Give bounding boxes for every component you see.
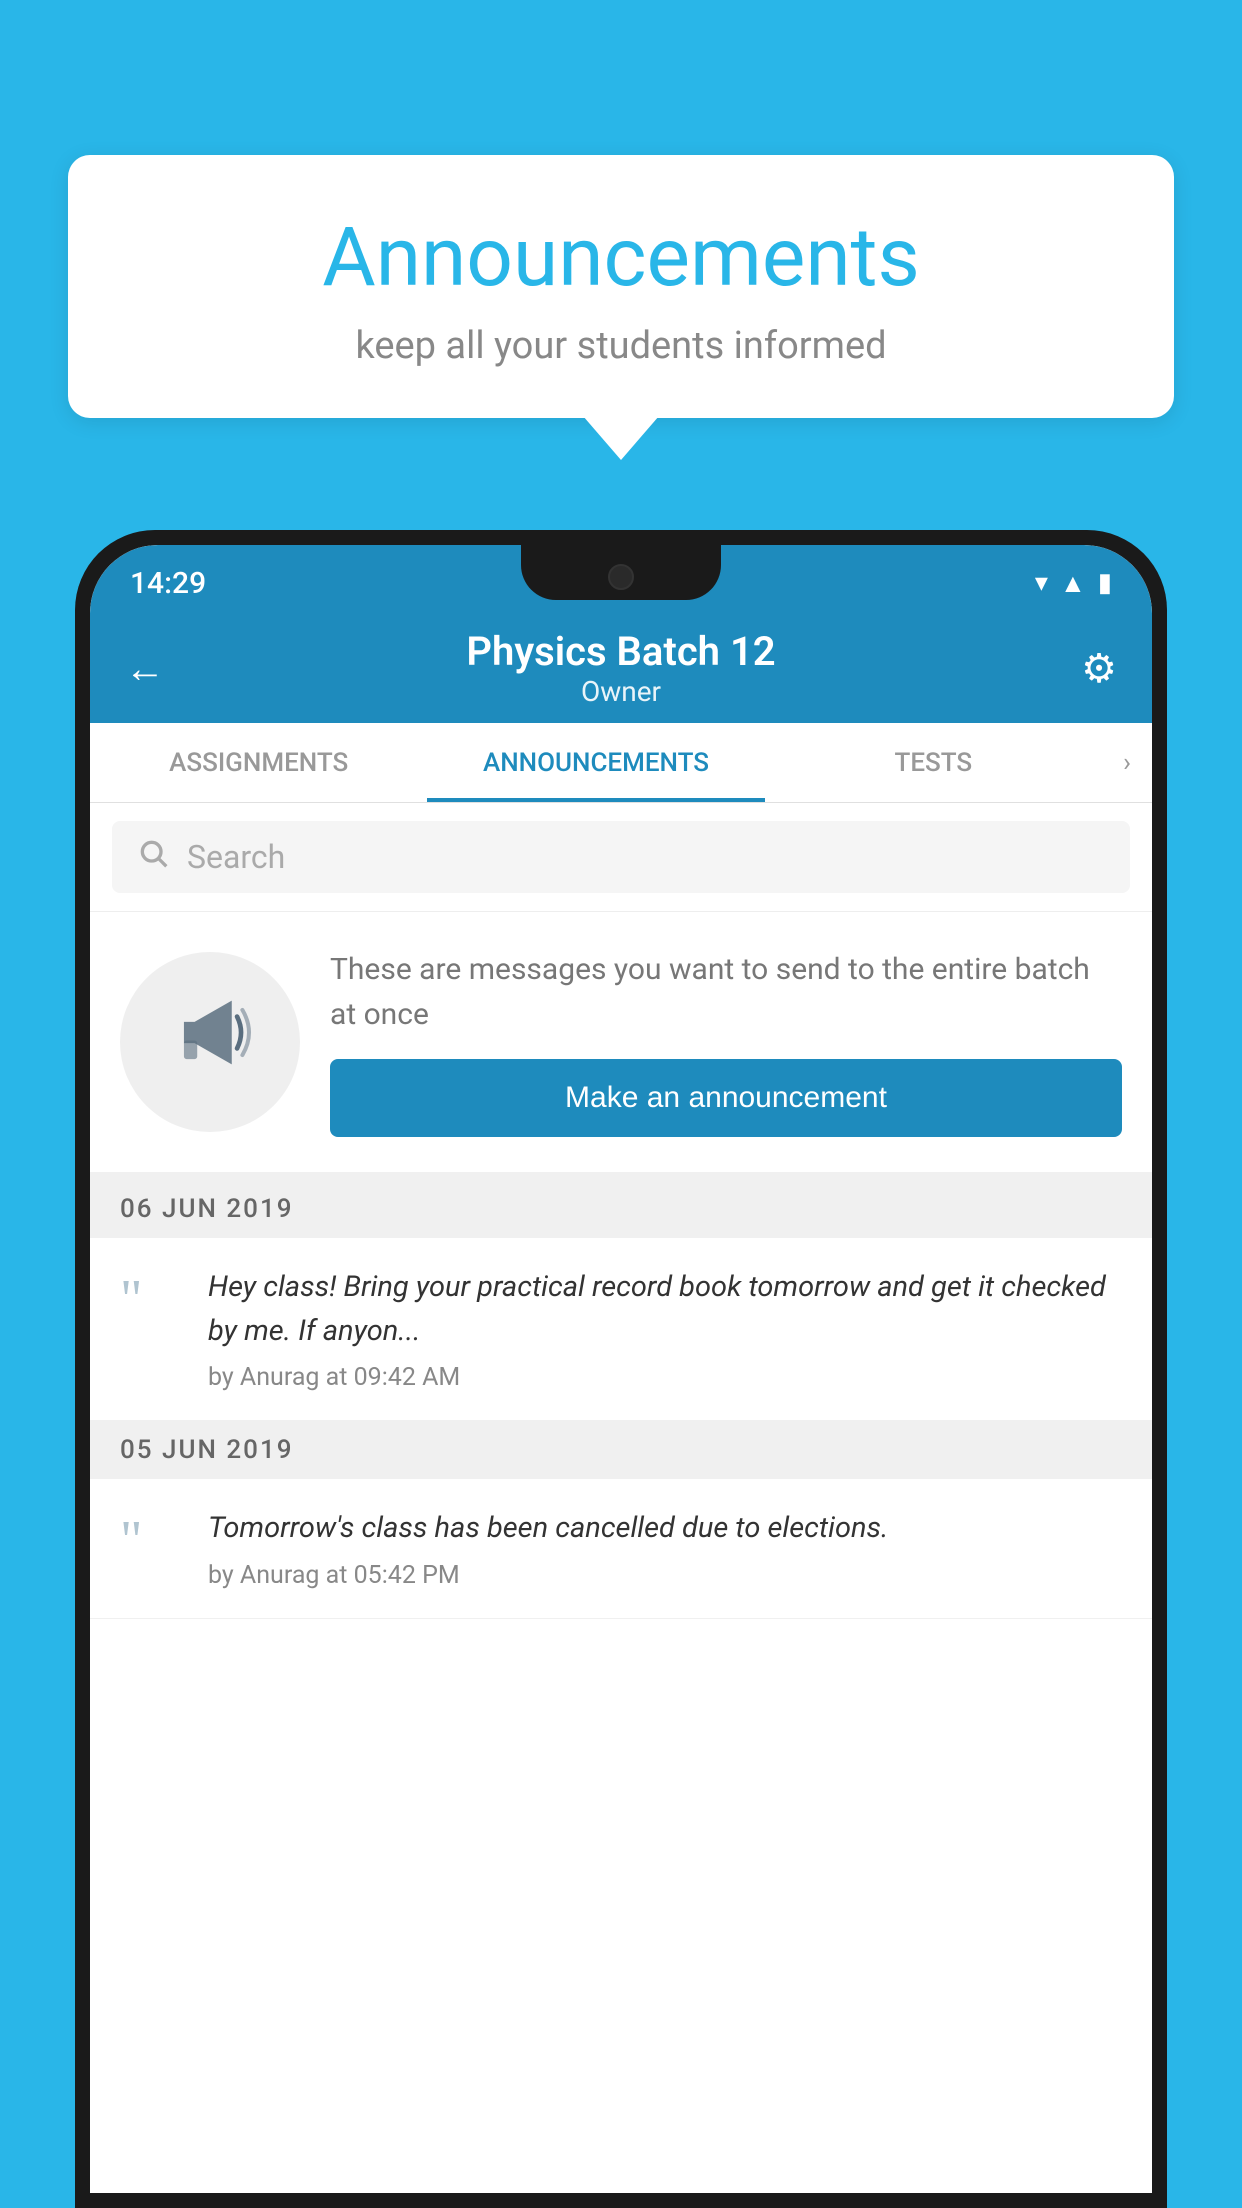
- announcement-text-2: Tomorrow's class has been cancelled due …: [208, 1507, 1122, 1551]
- date-header-2: 05 JUN 2019: [90, 1421, 1152, 1479]
- search-container: Search: [90, 803, 1152, 912]
- announcement-prompt: These are messages you want to send to t…: [90, 912, 1152, 1180]
- phone-inner: 14:29 ▾ ▲ ▮ ← Physics Batch 12 Owner ⚙: [90, 545, 1152, 2193]
- back-button[interactable]: ←: [125, 645, 185, 692]
- signal-icon: ▲: [1060, 568, 1086, 599]
- announcement-item-1[interactable]: " Hey class! Bring your practical record…: [90, 1238, 1152, 1421]
- camera-dot: [608, 564, 634, 590]
- bubble-title: Announcements: [128, 210, 1114, 306]
- quote-icon-2: ": [120, 1512, 180, 1567]
- status-icons: ▾ ▲ ▮: [1035, 560, 1112, 599]
- tab-more[interactable]: ›: [1102, 748, 1152, 778]
- speech-bubble-section: Announcements keep all your students inf…: [68, 155, 1174, 418]
- content-area: Search: [90, 803, 1152, 2193]
- tabs-bar: ASSIGNMENTS ANNOUNCEMENTS TESTS ›: [90, 723, 1152, 803]
- announcement-right: These are messages you want to send to t…: [330, 947, 1122, 1137]
- phone-frame: 14:29 ▾ ▲ ▮ ← Physics Batch 12 Owner ⚙: [75, 530, 1167, 2208]
- search-icon: [137, 837, 169, 877]
- tab-tests[interactable]: TESTS: [765, 723, 1102, 802]
- announcement-content-2: Tomorrow's class has been cancelled due …: [208, 1507, 1122, 1590]
- announcement-item-2[interactable]: " Tomorrow's class has been cancelled du…: [90, 1479, 1152, 1619]
- app-bar: ← Physics Batch 12 Owner ⚙: [90, 613, 1152, 723]
- app-bar-title: Physics Batch 12: [185, 628, 1057, 675]
- notch: [521, 545, 721, 600]
- battery-icon: ▮: [1098, 568, 1112, 598]
- megaphone-icon: [168, 990, 253, 1095]
- status-time: 14:29: [130, 558, 206, 601]
- announcement-description: These are messages you want to send to t…: [330, 947, 1122, 1037]
- tab-announcements[interactable]: ANNOUNCEMENTS: [427, 723, 764, 802]
- search-bar[interactable]: Search: [112, 821, 1130, 893]
- search-placeholder: Search: [187, 838, 285, 876]
- date-header-1: 06 JUN 2019: [90, 1180, 1152, 1238]
- speech-bubble-card: Announcements keep all your students inf…: [68, 155, 1174, 418]
- app-bar-title-group: Physics Batch 12 Owner: [185, 628, 1057, 708]
- quote-icon-1: ": [120, 1271, 180, 1326]
- phone-screen: 14:29 ▾ ▲ ▮ ← Physics Batch 12 Owner ⚙: [90, 545, 1152, 2193]
- wifi-icon: ▾: [1035, 568, 1048, 598]
- settings-icon[interactable]: ⚙: [1057, 645, 1117, 692]
- announcement-text-1: Hey class! Bring your practical record b…: [208, 1266, 1122, 1353]
- bubble-subtitle: keep all your students informed: [128, 324, 1114, 368]
- announcement-meta-1: by Anurag at 09:42 AM: [208, 1363, 1122, 1392]
- announcement-content-1: Hey class! Bring your practical record b…: [208, 1266, 1122, 1392]
- announcement-icon-circle: [120, 952, 300, 1132]
- announcement-meta-2: by Anurag at 05:42 PM: [208, 1561, 1122, 1590]
- make-announcement-button[interactable]: Make an announcement: [330, 1059, 1122, 1137]
- tab-assignments[interactable]: ASSIGNMENTS: [90, 723, 427, 802]
- app-bar-subtitle: Owner: [185, 675, 1057, 708]
